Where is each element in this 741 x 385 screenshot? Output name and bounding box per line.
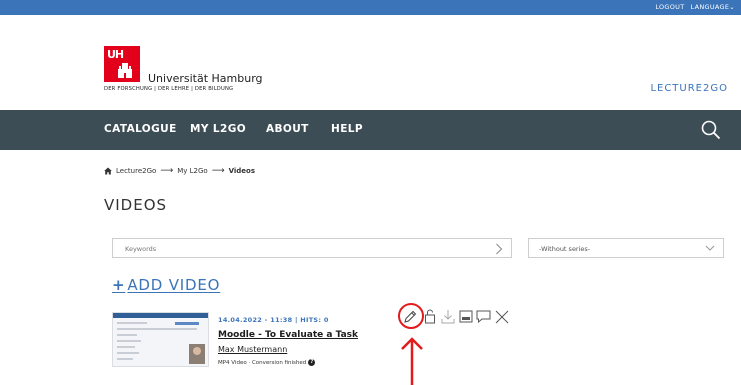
breadcrumb-my-l2go[interactable]: My L2Go	[177, 167, 207, 175]
thumbnail-line	[117, 328, 197, 330]
home-icon[interactable]	[104, 167, 112, 175]
logout-link[interactable]: LOGOUT	[655, 3, 684, 11]
logo-mark-text: UH	[107, 48, 124, 61]
thumbnail-line	[117, 346, 135, 348]
presenter-webcam	[189, 344, 205, 364]
help-icon[interactable]: ?	[308, 359, 316, 366]
language-label: LANGUAGE	[690, 3, 730, 11]
comment-icon[interactable]	[476, 310, 491, 323]
brand-link[interactable]: LECTURE2GO	[650, 83, 728, 94]
chevron-down-icon: ⌄	[729, 3, 735, 11]
breadcrumb-lecture2go[interactable]: Lecture2Go	[116, 167, 156, 175]
lock-icon[interactable]	[424, 309, 436, 324]
search-icon[interactable]	[701, 120, 721, 140]
video-status-text: MP4 Video · Conversion finished	[218, 359, 307, 366]
series-select[interactable]: -Without series-	[528, 238, 724, 258]
main-nav: CATALOGUE MY L2GO ABOUT HELP	[0, 110, 741, 150]
delete-icon[interactable]	[495, 310, 509, 324]
keywords-placeholder: Keywords	[125, 245, 157, 253]
add-video-button[interactable]: + ADD VIDEO	[112, 276, 220, 294]
chevron-right-icon[interactable]	[495, 243, 503, 255]
arrow-up-icon	[401, 337, 423, 385]
add-video-label: ADD VIDEO	[127, 276, 221, 294]
plus-icon: +	[112, 276, 126, 294]
thumbnail-header	[113, 313, 208, 318]
breadcrumb-videos: Videos	[228, 167, 256, 175]
video-meta: 14.04.2022 - 11:38 | HITS: 0	[218, 316, 329, 324]
nav-my-l2go[interactable]: MY L2GO	[190, 123, 246, 135]
nav-help[interactable]: HELP	[331, 123, 363, 135]
video-thumbnail[interactable]	[112, 312, 209, 367]
nav-catalogue[interactable]: CATALOGUE	[104, 123, 177, 135]
video-status: MP4 Video · Conversion finished ?	[218, 359, 316, 366]
series-selected-value: -Without series-	[539, 245, 591, 253]
video-title-link[interactable]: Moodle - To Evaluate a Task	[218, 330, 358, 340]
image-icon[interactable]	[459, 310, 473, 323]
nav-about[interactable]: ABOUT	[266, 123, 309, 135]
chevron-down-icon	[705, 245, 715, 251]
thumbnail-line	[117, 322, 147, 324]
thumbnail-line	[117, 358, 133, 360]
thumbnail-line	[117, 352, 139, 354]
top-bar: LOGOUT LANGUAGE⌄	[0, 0, 741, 15]
thumbnail-bar	[175, 322, 199, 325]
university-tagline: DER FORSCHUNG | DER LEHRE | DER BILDUNG	[104, 86, 234, 92]
university-name: Universität Hamburg	[148, 72, 263, 85]
castle-icon	[118, 63, 132, 78]
keywords-input[interactable]: Keywords	[112, 238, 512, 258]
thumbnail-line	[117, 334, 137, 336]
video-author-link[interactable]: Max Mustermann	[218, 345, 287, 354]
breadcrumb-separator: ⟶	[160, 166, 174, 176]
download-icon[interactable]	[441, 309, 455, 324]
language-menu[interactable]: LANGUAGE⌄	[691, 3, 736, 11]
logo-mark: UH	[104, 46, 140, 82]
breadcrumb: Lecture2Go ⟶ My L2Go ⟶ Videos	[104, 166, 255, 176]
thumbnail-line	[117, 340, 141, 342]
highlight-circle	[398, 303, 424, 329]
breadcrumb-separator: ⟶	[211, 166, 225, 176]
page-title: VIDEOS	[104, 196, 168, 214]
